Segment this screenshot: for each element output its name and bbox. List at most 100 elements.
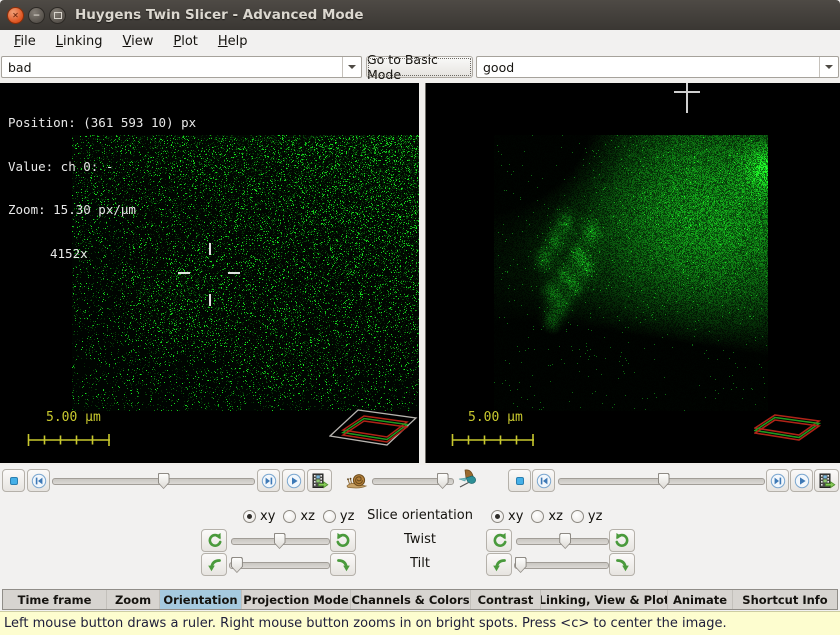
selector-row: bad Go to Basic Mode good <box>0 54 840 80</box>
right-frame-slider[interactable] <box>558 478 765 485</box>
maximize-icon[interactable] <box>49 7 66 24</box>
left-orientation-xz[interactable]: xz <box>283 509 315 524</box>
twist-label: Twist <box>370 532 470 547</box>
right-tilt-back-button[interactable] <box>486 553 512 576</box>
tilt-right-icon <box>335 556 352 573</box>
tab-animate[interactable]: Animate <box>668 590 733 609</box>
right-orientation-yz[interactable]: yz <box>571 509 603 524</box>
stop-icon <box>512 473 528 489</box>
tilt-right-icon <box>614 556 631 573</box>
left-tilt-slider[interactable] <box>229 562 330 569</box>
left-stop-button[interactable] <box>2 469 25 492</box>
chevron-down-icon <box>348 65 356 69</box>
menu-plot[interactable]: Plot <box>163 30 208 54</box>
rotate-cw-icon <box>614 532 631 549</box>
skip-to-start-icon <box>31 473 47 489</box>
right-twist-slider[interactable] <box>516 538 609 545</box>
radio-label: xy <box>260 509 275 524</box>
left-twist-slider[interactable] <box>231 538 330 545</box>
rotate-ccw-icon <box>491 532 508 549</box>
left-tilt-forward-button[interactable] <box>330 553 356 576</box>
right-tilt-slider[interactable] <box>514 562 609 569</box>
menu-help[interactable]: Help <box>208 30 258 54</box>
speed-slider[interactable] <box>372 478 454 485</box>
radio-label: xz <box>300 509 315 524</box>
left-orientation-yz[interactable]: yz <box>323 509 355 524</box>
left-image-selector[interactable]: bad <box>1 56 362 78</box>
menu-file[interactable]: File <box>4 30 46 54</box>
skip-to-end-icon <box>770 473 786 489</box>
right-selector-arrowbox[interactable] <box>819 57 838 77</box>
right-skip-end-button[interactable] <box>766 469 789 492</box>
right-stop-button[interactable] <box>508 469 531 492</box>
left-play-button[interactable] <box>282 469 305 492</box>
right-twist-slider-thumb[interactable] <box>559 533 571 549</box>
close-icon[interactable] <box>7 7 24 24</box>
radio-label: xz <box>548 509 563 524</box>
radio-label: yz <box>588 509 603 524</box>
tab-linking-view-plot[interactable]: Linking, View & Plot <box>541 590 668 609</box>
radio-icon[interactable] <box>531 510 544 523</box>
left-twist-ccw-button[interactable] <box>201 529 227 552</box>
right-play-button[interactable] <box>790 469 813 492</box>
orientation-box-icon <box>754 413 822 445</box>
titlebar: Huygens Twin Slicer - Advanced Mode <box>0 0 840 31</box>
tab-projection-mode[interactable]: Projection Mode <box>242 590 351 609</box>
left-tilt-back-button[interactable] <box>201 553 227 576</box>
tab-channels-colors[interactable]: Channels & Colors <box>351 590 471 609</box>
radio-icon[interactable] <box>491 510 504 523</box>
skip-to-end-icon <box>261 473 277 489</box>
bottom-tabbar: Time frame Zoom Orientation Projection M… <box>2 589 838 610</box>
right-slice-orientation-group: xy xz yz <box>491 507 602 525</box>
right-slice-image[interactable] <box>494 135 768 411</box>
chevron-down-icon <box>825 65 833 69</box>
tab-time-frame[interactable]: Time frame <box>3 590 107 609</box>
scale-ruler-icon <box>451 433 535 446</box>
tab-shortcut-info[interactable]: Shortcut Info <box>733 590 837 609</box>
right-twist-cw-button[interactable] <box>609 529 635 552</box>
tilt-left-icon <box>491 556 508 573</box>
left-overlay-readout: Position: (361 593 10) px Value: ch 0: -… <box>8 87 196 290</box>
scale-ruler-icon <box>27 433 111 446</box>
left-selector-arrowbox[interactable] <box>342 57 361 77</box>
right-skip-start-button[interactable] <box>532 469 555 492</box>
radio-icon[interactable] <box>243 510 256 523</box>
right-tilt-slider-thumb[interactable] <box>515 557 527 573</box>
menu-linking[interactable]: Linking <box>46 30 113 54</box>
tab-contrast[interactable]: Contrast <box>471 590 541 609</box>
right-frame-slider-thumb[interactable] <box>658 473 670 489</box>
right-image-selector[interactable]: good <box>476 56 839 78</box>
left-tilt-slider-thumb[interactable] <box>231 557 243 573</box>
tab-orientation[interactable]: Orientation <box>160 590 242 609</box>
right-tilt-forward-button[interactable] <box>609 553 635 576</box>
left-frame-slider[interactable] <box>52 478 255 485</box>
menu-view[interactable]: View <box>113 30 164 54</box>
right-image-selector-value: good <box>477 60 819 75</box>
left-frame-slider-thumb[interactable] <box>158 473 170 489</box>
radio-icon[interactable] <box>323 510 336 523</box>
right-export-movie-button[interactable] <box>814 469 839 492</box>
go-to-basic-mode-button[interactable]: Go to Basic Mode <box>366 56 473 78</box>
right-slice-panel[interactable]: 5.00 µm <box>425 83 840 463</box>
left-slice-panel[interactable]: Position: (361 593 10) px Value: ch 0: -… <box>0 83 419 463</box>
minimize-icon[interactable] <box>28 7 45 24</box>
rotate-ccw-icon <box>206 532 223 549</box>
left-skip-end-button[interactable] <box>257 469 280 492</box>
radio-icon[interactable] <box>283 510 296 523</box>
left-twist-cw-button[interactable] <box>330 529 356 552</box>
left-slice-orientation-group: xy xz yz <box>243 507 354 525</box>
right-twist-ccw-button[interactable] <box>486 529 512 552</box>
right-orientation-xy[interactable]: xy <box>491 509 523 524</box>
radio-icon[interactable] <box>571 510 584 523</box>
left-skip-start-button[interactable] <box>27 469 50 492</box>
rotate-cw-icon <box>335 532 352 549</box>
tilt-left-icon <box>206 556 223 573</box>
left-twist-slider-thumb[interactable] <box>274 533 286 549</box>
left-export-movie-button[interactable] <box>307 469 332 492</box>
speed-slider-thumb[interactable] <box>437 473 449 489</box>
right-orientation-xz[interactable]: xz <box>531 509 563 524</box>
tab-zoom[interactable]: Zoom <box>107 590 160 609</box>
left-orientation-xy[interactable]: xy <box>243 509 275 524</box>
viewer-area: Position: (361 593 10) px Value: ch 0: -… <box>0 80 840 465</box>
window-title: Huygens Twin Slicer - Advanced Mode <box>75 0 364 30</box>
